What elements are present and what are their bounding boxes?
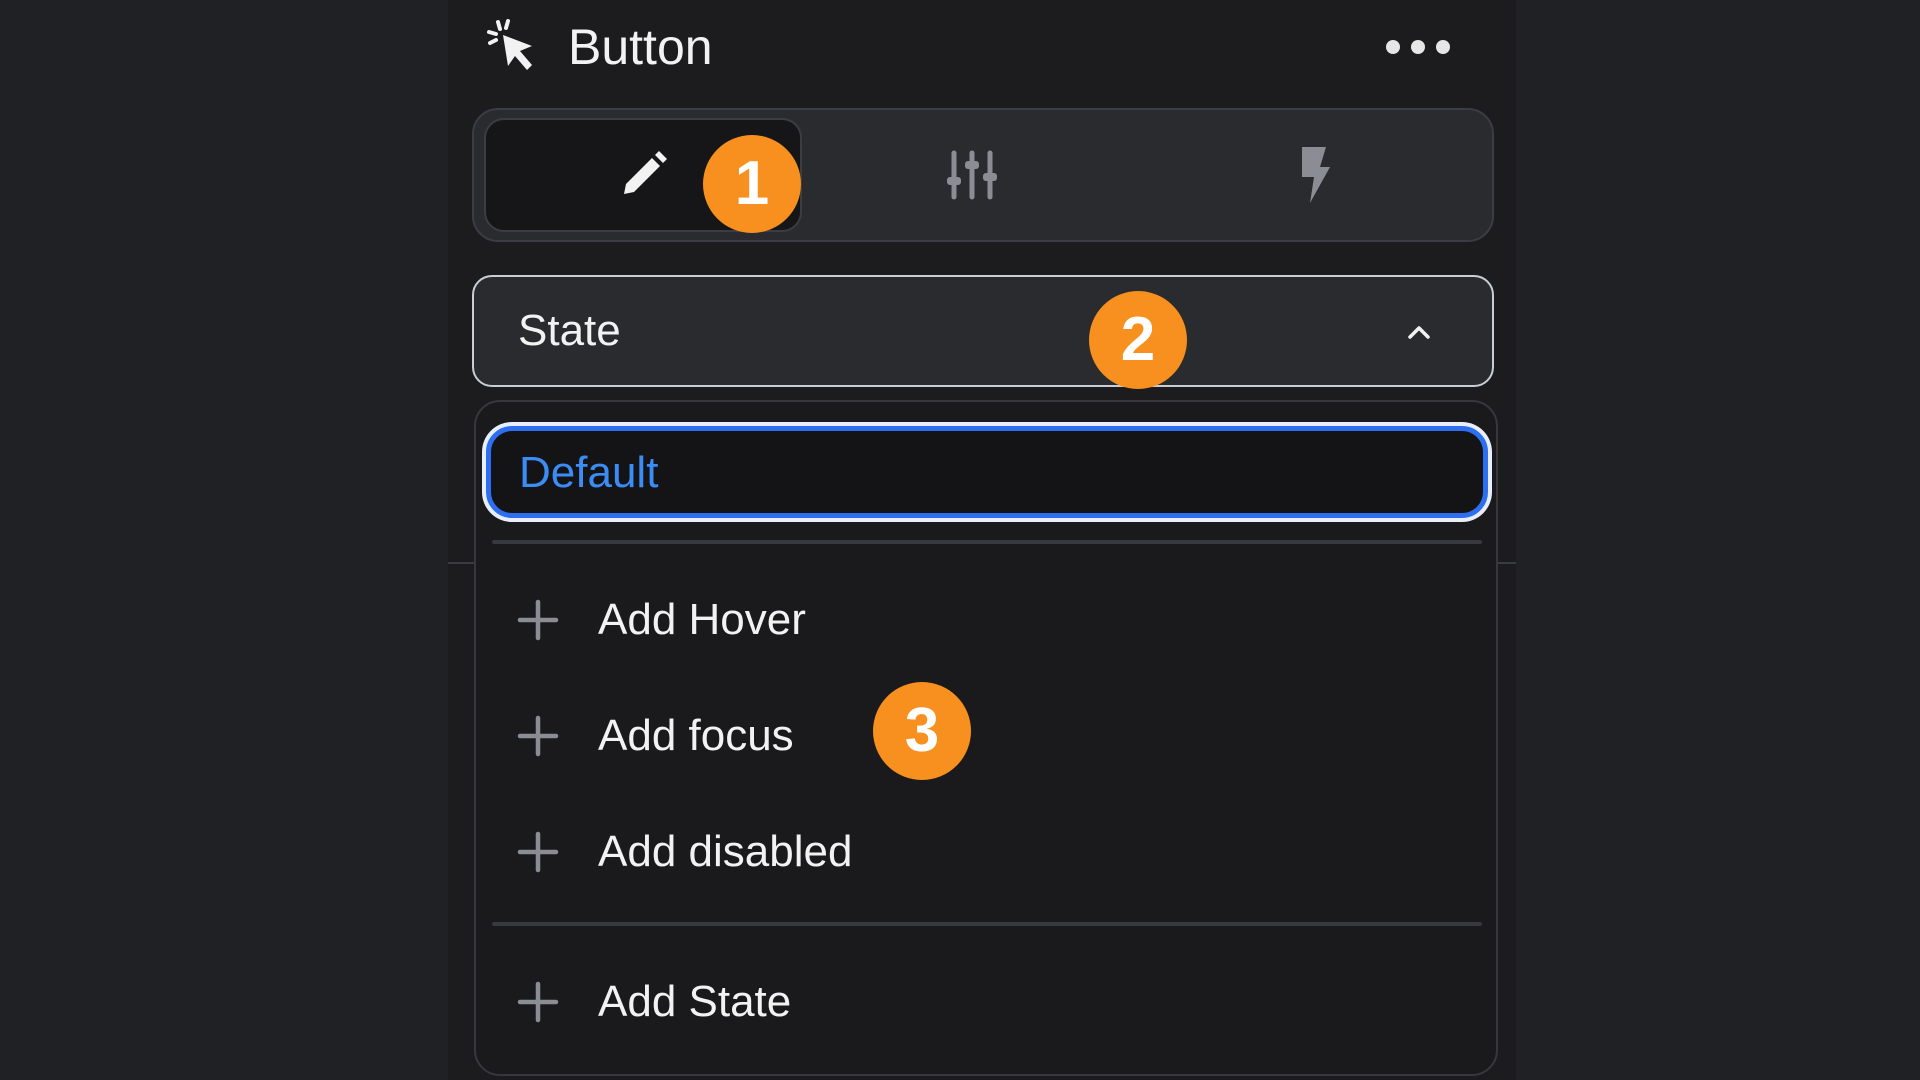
more-horizontal-icon xyxy=(1386,40,1400,54)
dropdown-divider xyxy=(492,922,1482,926)
state-select[interactable]: State xyxy=(472,275,1494,387)
state-select-label: State xyxy=(518,306,621,355)
chevron-up-icon xyxy=(1408,326,1430,339)
add-disabled-label: Add disabled xyxy=(598,827,853,876)
more-dot xyxy=(1436,40,1450,54)
plus-icon xyxy=(517,981,559,1023)
add-state-option[interactable]: Add State xyxy=(516,962,1456,1042)
add-disabled-option[interactable]: Add disabled xyxy=(516,812,1456,892)
panel-tab-strip xyxy=(472,108,1494,242)
sliders-icon xyxy=(947,150,997,200)
more-options-button[interactable] xyxy=(1386,30,1450,64)
plus-icon xyxy=(517,715,559,757)
step-badge-1: 1 xyxy=(703,135,801,233)
state-option-default-label: Default xyxy=(519,448,659,497)
more-dot xyxy=(1411,40,1425,54)
tab-interactions[interactable] xyxy=(1154,118,1474,232)
step-badge-3: 3 xyxy=(873,682,971,780)
add-focus-option[interactable]: Add focus xyxy=(516,696,1456,776)
step-badge-2: 2 xyxy=(1089,291,1187,389)
cursor-click-icon xyxy=(487,19,532,70)
tab-settings[interactable] xyxy=(812,118,1132,232)
add-focus-label: Add focus xyxy=(598,711,794,760)
plus-icon xyxy=(517,599,559,641)
state-dropdown-menu: Default Add Hover Add focus Add disabled… xyxy=(474,400,1498,1076)
pencil-icon xyxy=(624,151,667,194)
add-state-label: Add State xyxy=(598,977,792,1026)
state-option-default[interactable]: Default xyxy=(486,426,1488,518)
add-hover-option[interactable]: Add Hover xyxy=(516,580,1456,660)
dropdown-divider xyxy=(492,540,1482,544)
page-title: Button xyxy=(568,19,713,75)
add-hover-label: Add Hover xyxy=(598,595,806,644)
lightning-bolt-icon xyxy=(1302,147,1330,203)
plus-icon xyxy=(517,831,559,873)
